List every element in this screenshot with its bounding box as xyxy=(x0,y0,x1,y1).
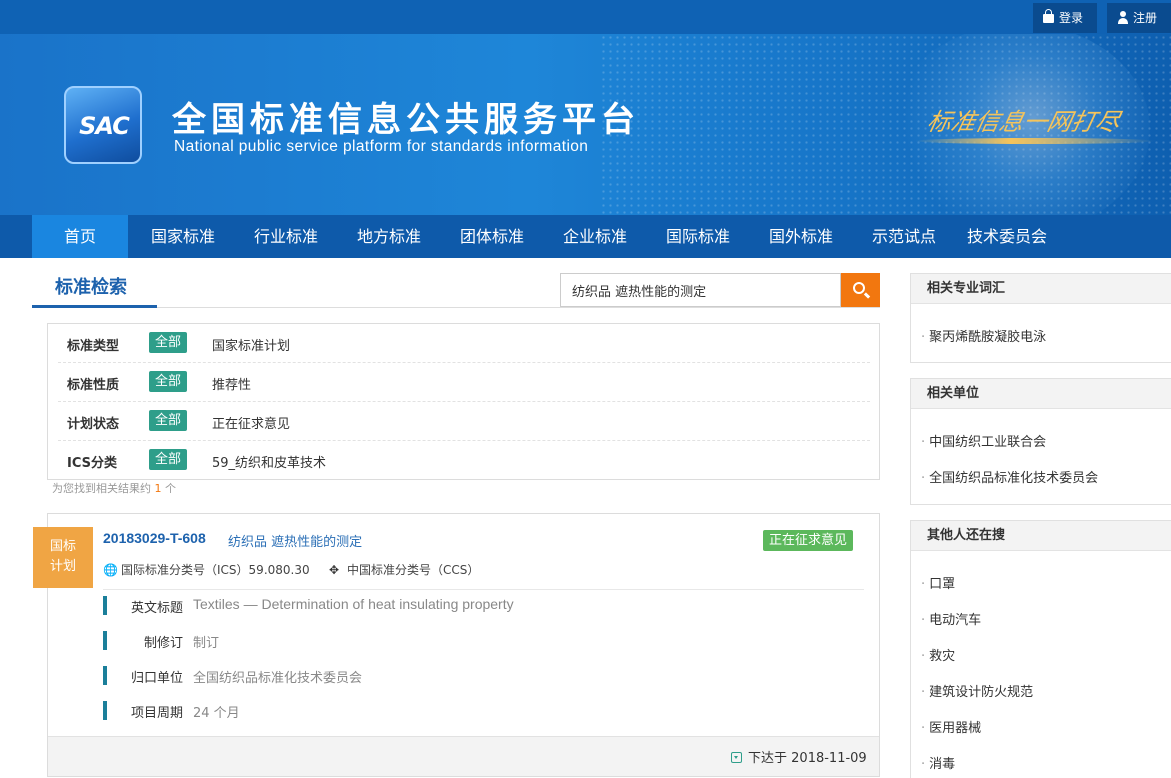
related-units-panel: 相关单位 中国纺织工业联合会 全国纺织品标准化技术委员会 xyxy=(910,378,1171,505)
ics-value: 59.080.30 xyxy=(248,563,310,577)
site-banner: SAC 全国标准信息公共服务平台 National public service… xyxy=(0,34,1171,215)
result-count-suffix: 个 xyxy=(165,482,176,495)
site-title: 全国标准信息公共服务平台 xyxy=(172,100,640,140)
search-button[interactable] xyxy=(841,273,880,307)
issued-date: 下达于 2018-11-09 xyxy=(731,747,867,766)
search-icon xyxy=(853,282,865,294)
detail-marker xyxy=(103,701,107,720)
filter-all-tag[interactable]: 全部 xyxy=(149,410,188,431)
detail-label: 制修订 xyxy=(143,636,183,651)
result-count-number: 1 xyxy=(154,482,162,495)
top-bar: 登录 注册 xyxy=(0,0,1171,34)
standard-code-link[interactable]: 20183029-T-608 xyxy=(103,530,206,546)
detail-value: 全国纺织品标准化技术委员会 xyxy=(193,671,363,686)
user-icon xyxy=(1118,11,1128,25)
result-count-prefix: 为您找到相关结果约 xyxy=(52,482,151,495)
others-searched-item[interactable]: 电动汽车 xyxy=(921,609,981,628)
others-searched-title: 其他人还在搜 xyxy=(911,521,1171,551)
ccs-meta: ✥ 中国标准分类号（CCS） xyxy=(329,561,479,578)
ics-meta: 🌐 国际标准分类号（ICS）59.080.30 xyxy=(103,561,310,578)
search-heading: 标准检索 xyxy=(55,277,127,298)
related-unit-item[interactable]: 中国纺织工业联合会 xyxy=(921,431,1046,450)
nav-item-industry[interactable]: 行业标准 xyxy=(243,215,329,258)
related-units-title: 相关单位 xyxy=(911,379,1171,409)
sac-logo[interactable]: SAC xyxy=(64,86,142,164)
heading-underline xyxy=(32,305,157,308)
others-searched-item[interactable]: 建筑设计防火规范 xyxy=(921,681,1033,700)
detail-value: Textiles — Determination of heat insulat… xyxy=(193,596,514,612)
logo-text: SAC xyxy=(79,112,130,140)
filter-all-tag[interactable]: 全部 xyxy=(149,332,188,353)
chevron-down-box-icon xyxy=(731,752,742,763)
detail-marker xyxy=(103,631,107,650)
move-icon: ✥ xyxy=(329,563,340,577)
ics-label: 国际标准分类号（ICS） xyxy=(121,563,249,577)
nav-item-local[interactable]: 地方标准 xyxy=(346,215,432,258)
issued-date-value: 2018-11-09 xyxy=(791,751,867,766)
login-button[interactable]: 登录 xyxy=(1033,3,1097,33)
detail-marker xyxy=(103,596,107,615)
filter-all-tag[interactable]: 全部 xyxy=(149,449,188,470)
detail-label: 英文标题 xyxy=(130,601,183,616)
detail-value: 24 个月 xyxy=(193,706,240,721)
type-badge-line2: 计划 xyxy=(49,559,76,574)
filter-row-nature: 标准性质 全部 推荐性 xyxy=(58,363,870,402)
detail-label: 归口单位 xyxy=(130,671,183,686)
detail-label: 项目周期 xyxy=(130,706,183,721)
register-label: 注册 xyxy=(1133,11,1158,25)
lock-icon xyxy=(1043,9,1054,23)
standard-title-link[interactable]: 纺织品 遮热性能的测定 xyxy=(228,531,362,550)
type-badge: 国标 计划 xyxy=(33,527,93,588)
related-unit-item[interactable]: 全国纺织品标准化技术委员会 xyxy=(921,467,1098,486)
others-searched-item[interactable]: 救灾 xyxy=(921,645,955,664)
filter-label: 标准类型 xyxy=(67,339,120,354)
others-searched-item[interactable]: 消毒 xyxy=(921,753,955,772)
status-badge: 正在征求意见 xyxy=(763,530,854,551)
others-searched-panel: 其他人还在搜 口罩 电动汽车 救灾 建筑设计防火规范 医用器械 消毒 xyxy=(910,520,1171,778)
related-terms-panel: 相关专业词汇 聚丙烯酰胺凝胶电泳 xyxy=(910,273,1171,363)
filter-value[interactable]: 推荐性 xyxy=(212,374,251,393)
nav-item-committee[interactable]: 技术委员会 xyxy=(962,215,1052,258)
others-searched-item[interactable]: 口罩 xyxy=(921,573,955,592)
filter-panel: 标准类型 全部 国家标准计划 标准性质 全部 推荐性 计划状态 全部 正在征求意… xyxy=(47,323,880,480)
globe-icon: 🌐 xyxy=(103,563,118,577)
issued-label: 下达于 xyxy=(748,751,788,766)
filter-value[interactable]: 59_纺织和皮革技术 xyxy=(212,452,326,471)
card-divider xyxy=(103,589,864,590)
filter-value[interactable]: 正在征求意见 xyxy=(212,413,290,432)
detail-marker xyxy=(103,666,107,685)
register-button[interactable]: 注册 xyxy=(1107,3,1171,33)
main-nav: 首页 国家标准 行业标准 地方标准 团体标准 企业标准 国际标准 国外标准 示范… xyxy=(0,215,1171,258)
ccs-label: 中国标准分类号（CCS） xyxy=(347,563,480,577)
nav-item-enterprise[interactable]: 企业标准 xyxy=(552,215,638,258)
result-count: 为您找到相关结果约 1 个 xyxy=(52,480,176,496)
related-term-item[interactable]: 聚丙烯酰胺凝胶电泳 xyxy=(921,326,1046,345)
filter-row-ics: ICS分类 全部 59_纺织和皮革技术 xyxy=(58,441,870,480)
filter-row-type: 标准类型 全部 国家标准计划 xyxy=(58,324,870,363)
filter-label: 计划状态 xyxy=(67,417,120,432)
filter-label: 标准性质 xyxy=(67,378,120,393)
slogan-swoosh xyxy=(915,138,1155,144)
search-input[interactable] xyxy=(560,273,841,307)
others-searched-item[interactable]: 医用器械 xyxy=(921,717,981,736)
filter-value[interactable]: 国家标准计划 xyxy=(212,335,290,354)
related-terms-title: 相关专业词汇 xyxy=(911,274,1171,304)
filter-all-tag[interactable]: 全部 xyxy=(149,371,188,392)
heading-divider xyxy=(32,307,880,308)
slogan-calligraphy: 标准信息一网打尽 xyxy=(924,108,1123,136)
type-badge-line1: 国标 xyxy=(49,539,76,554)
nav-item-national[interactable]: 国家标准 xyxy=(140,215,226,258)
filter-label: ICS分类 xyxy=(67,456,117,471)
filter-row-status: 计划状态 全部 正在征求意见 xyxy=(58,402,870,441)
site-subtitle: National public service platform for sta… xyxy=(174,138,589,155)
nav-item-home[interactable]: 首页 xyxy=(32,215,128,258)
nav-item-pilot[interactable]: 示范试点 xyxy=(861,215,947,258)
nav-item-group[interactable]: 团体标准 xyxy=(449,215,535,258)
nav-item-international[interactable]: 国际标准 xyxy=(655,215,741,258)
detail-value: 制订 xyxy=(193,636,220,651)
login-label: 登录 xyxy=(1059,11,1084,25)
nav-item-foreign[interactable]: 国外标准 xyxy=(758,215,844,258)
